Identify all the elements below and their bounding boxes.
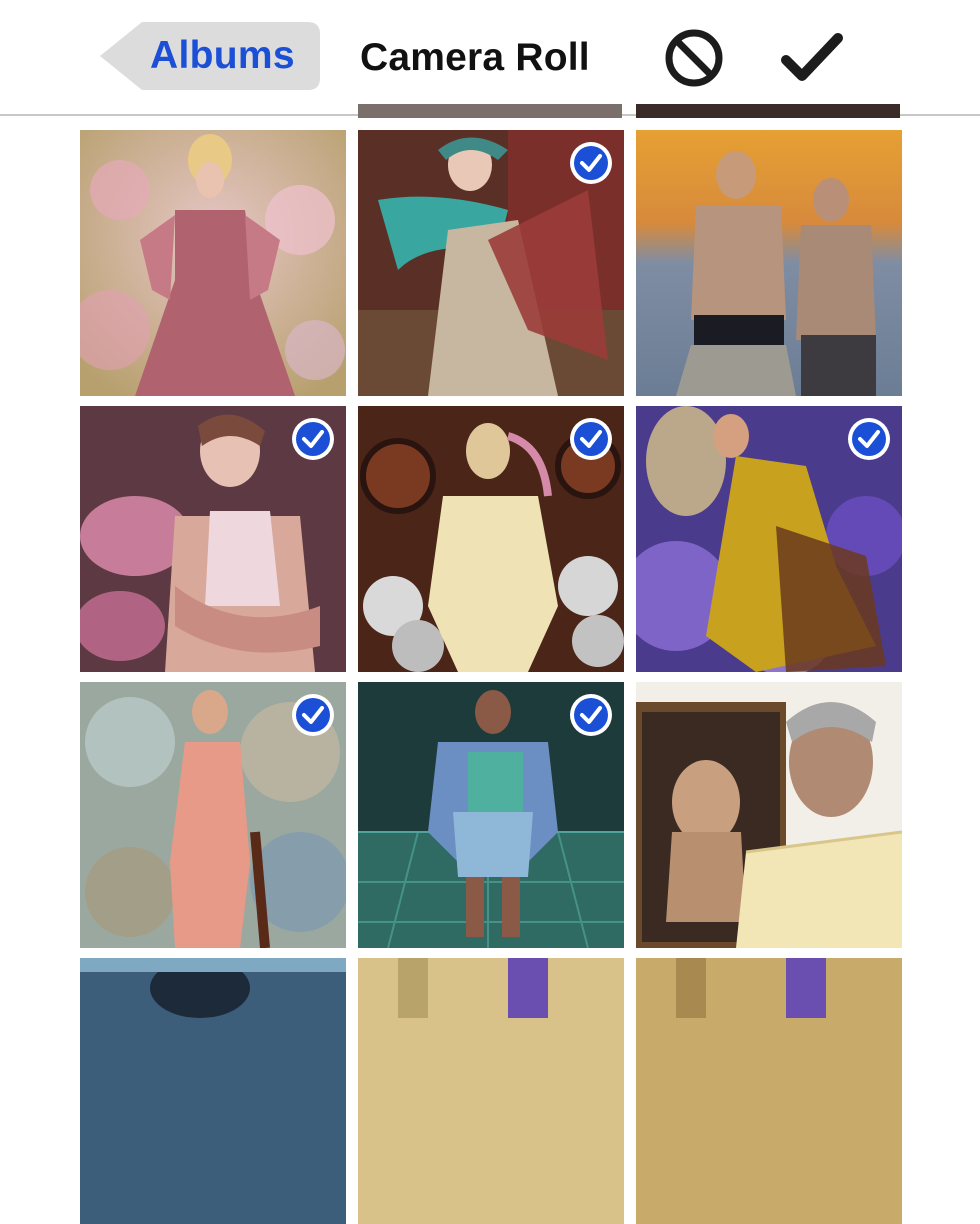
selected-checkmark-icon: [290, 692, 336, 738]
photo-thumbnail[interactable]: [358, 406, 624, 672]
photo-thumbnail[interactable]: [358, 958, 624, 1224]
selected-checkmark-icon: [568, 140, 614, 186]
photo-thumbnail[interactable]: [636, 130, 902, 396]
previous-row-photo: [636, 104, 900, 118]
photo-thumbnail[interactable]: [80, 406, 346, 672]
selected-checkmark-icon: [846, 416, 892, 462]
photo-thumbnail[interactable]: [80, 130, 346, 396]
selected-checkmark-icon: [568, 692, 614, 738]
photo-thumbnail[interactable]: [358, 130, 624, 396]
photo-thumbnail[interactable]: [80, 958, 346, 1224]
navigation-bar: Albums Camera Roll: [0, 0, 980, 118]
photo-thumbnail[interactable]: [636, 406, 902, 672]
page-title: Camera Roll: [360, 36, 590, 79]
photo-thumbnail[interactable]: [636, 682, 902, 948]
albums-back-button[interactable]: Albums: [96, 18, 322, 94]
checkmark-icon[interactable]: [780, 30, 844, 86]
photo-thumbnail[interactable]: [358, 682, 624, 948]
prohibited-icon[interactable]: [662, 26, 726, 90]
albums-back-label: Albums: [150, 34, 295, 77]
selected-checkmark-icon: [290, 416, 336, 462]
photo-thumbnail[interactable]: [636, 958, 902, 1224]
selected-checkmark-icon: [568, 416, 614, 462]
previous-row-photo: [358, 104, 622, 118]
photo-thumbnail[interactable]: [80, 682, 346, 948]
photo-grid: [78, 128, 904, 1224]
